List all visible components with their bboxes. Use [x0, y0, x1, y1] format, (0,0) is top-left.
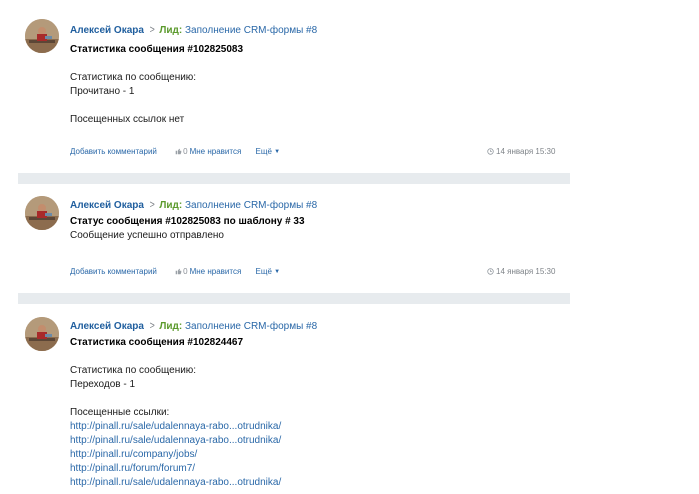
- author-link[interactable]: Алексей Окара: [70, 25, 144, 36]
- post-line: Посещенные ссылки:: [70, 407, 170, 418]
- timestamp-text: 14 января 15:30: [496, 147, 556, 156]
- post-body: Статистика сообщения #102824467 Статисти…: [70, 336, 281, 490]
- post-actions: Добавить комментарий 0 Мне нравится Ещё ▼: [70, 266, 280, 278]
- post-body: Статистика сообщения #102825083 Статисти…: [70, 43, 243, 127]
- visited-link[interactable]: http://pinall.ru/sale/udalennaya-rabo...…: [70, 420, 281, 434]
- thumbs-up-icon: [175, 268, 182, 275]
- visited-link[interactable]: http://pinall.ru/company/jobs/: [70, 448, 281, 462]
- author-link[interactable]: Алексей Окара: [70, 321, 144, 332]
- post-title: Статус сообщения #102825083 по шаблону #…: [70, 216, 305, 227]
- post-line: Переходов - 1: [70, 379, 136, 390]
- user-avatar[interactable]: [25, 317, 59, 351]
- more-menu[interactable]: Ещё ▼: [256, 267, 281, 276]
- lead-label: Лид:: [159, 200, 183, 211]
- post-line: Прочитано - 1: [70, 86, 135, 97]
- more-button[interactable]: Ещё: [256, 147, 272, 156]
- like-count: 0: [183, 267, 188, 276]
- visited-link[interactable]: http://pinall.ru/sale/udalennaya-rabo...…: [70, 476, 281, 490]
- clock-icon: [487, 148, 494, 155]
- timestamp-text: 14 января 15:30: [496, 267, 556, 276]
- more-menu[interactable]: Ещё ▼: [256, 147, 281, 156]
- chevron-right-icon: >: [149, 320, 155, 332]
- lead-link[interactable]: Заполнение CRM-формы #8: [185, 321, 317, 332]
- post-title: Статистика сообщения #102824467: [70, 337, 244, 348]
- post-header: Алексей Окара > Лид: Заполнение CRM-формы …: [70, 198, 317, 213]
- add-comment-button[interactable]: Добавить комментарий: [70, 147, 157, 156]
- lead-link[interactable]: Заполнение CRM-формы #8: [185, 25, 317, 36]
- like-control[interactable]: 0 Мне нравится: [175, 147, 243, 156]
- like-button[interactable]: Мне нравится: [190, 147, 242, 156]
- post-header: Алексей Окара > Лид: Заполнение CRM-формы …: [70, 319, 317, 334]
- post-line: Сообщение успешно отправлено: [70, 230, 224, 241]
- like-button[interactable]: Мне нравится: [190, 267, 242, 276]
- caret-down-icon: ▼: [274, 269, 281, 275]
- feed-post: Алексей Окара > Лид: Заполнение CRM-формы …: [0, 0, 570, 173]
- post-body: Статус сообщения #102825083 по шаблону #…: [70, 215, 305, 243]
- post-header: Алексей Окара > Лид: Заполнение CRM-формы …: [70, 23, 317, 38]
- post-separator: [18, 173, 570, 184]
- lead-label: Лид:: [159, 25, 183, 36]
- user-avatar[interactable]: [25, 19, 59, 53]
- post-title: Статистика сообщения #102825083: [70, 44, 244, 55]
- post-line: Статистика по сообщению:: [70, 365, 197, 376]
- thumbs-up-icon: [175, 148, 182, 155]
- author-link[interactable]: Алексей Окара: [70, 200, 144, 211]
- lead-label: Лид:: [159, 321, 183, 332]
- more-button[interactable]: Ещё: [256, 267, 272, 276]
- activity-feed: Алексей Окара > Лид: Заполнение CRM-формы …: [0, 0, 699, 494]
- user-avatar[interactable]: [25, 196, 59, 230]
- feed-post: Алексей Окара > Лид: Заполнение CRM-формы …: [0, 184, 570, 293]
- like-control[interactable]: 0 Мне нравится: [175, 267, 243, 276]
- chevron-right-icon: >: [149, 24, 155, 36]
- post-line: Посещенных ссылок нет: [70, 114, 185, 125]
- visited-link[interactable]: http://pinall.ru/forum/forum7/: [70, 462, 281, 476]
- post-timestamp: 14 января 15:30: [487, 266, 555, 278]
- clock-icon: [487, 268, 494, 275]
- visited-link[interactable]: http://pinall.ru/sale/udalennaya-rabo...…: [70, 434, 281, 448]
- chevron-right-icon: >: [149, 199, 155, 211]
- add-comment-button[interactable]: Добавить комментарий: [70, 267, 157, 276]
- caret-down-icon: ▼: [274, 149, 281, 155]
- post-timestamp: 14 января 15:30: [487, 146, 555, 158]
- lead-link[interactable]: Заполнение CRM-формы #8: [185, 200, 317, 211]
- post-actions: Добавить комментарий 0 Мне нравится Ещё ▼: [70, 146, 280, 158]
- post-line: Статистика по сообщению:: [70, 72, 197, 83]
- feed-post: Алексей Окара > Лид: Заполнение CRM-формы …: [0, 303, 570, 494]
- like-count: 0: [183, 147, 188, 156]
